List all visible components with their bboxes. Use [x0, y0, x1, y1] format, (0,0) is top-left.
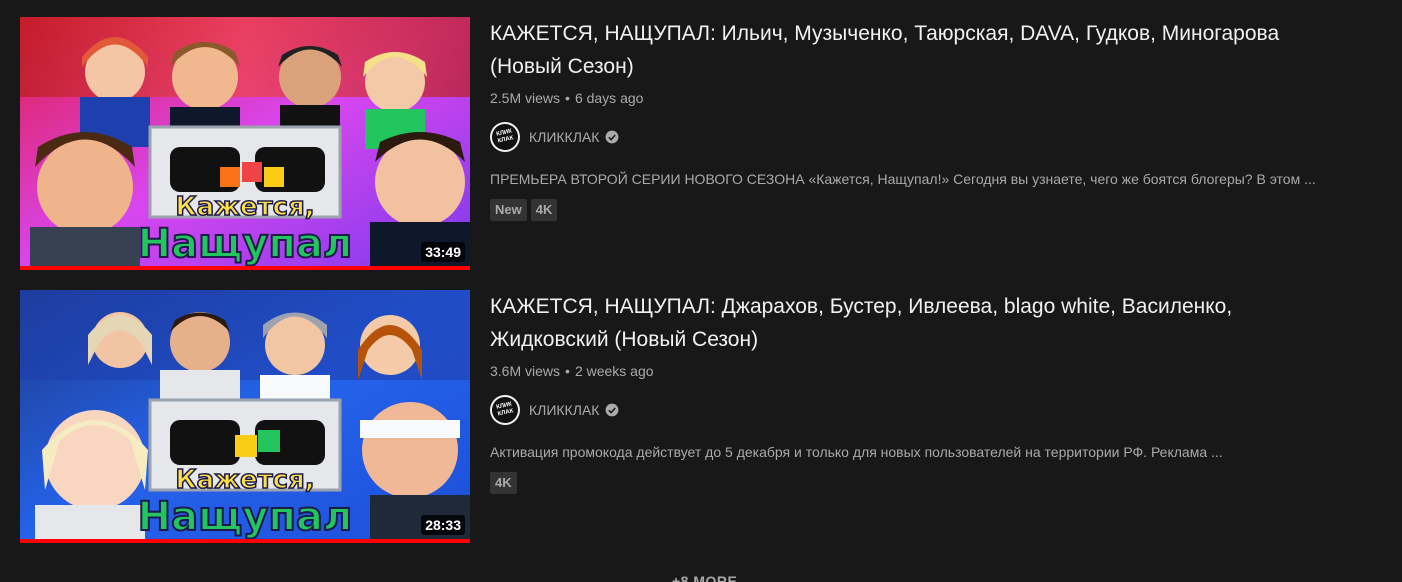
video-result[interactable]: Кажется, Нащупал 33:49 КАЖЕТСЯ, НАЩУПАЛ:…	[20, 17, 1380, 270]
video-info: КАЖЕТСЯ, НАЩУПАЛ: Ильич, Музыченко, Таюр…	[470, 17, 1370, 269]
watch-progress-bar	[20, 539, 470, 543]
view-count: 2.5M views	[490, 90, 561, 106]
video-result[interactable]: Кажется, Нащупал 28:33 КАЖЕТСЯ, НАЩУПАЛ:…	[20, 290, 1380, 543]
watch-progress-bar	[20, 266, 470, 270]
badge-4k: 4K	[490, 472, 517, 494]
thumbnail-logo-line2: Нащупал	[138, 221, 353, 267]
channel-avatar[interactable]: КЛИК КЛАК	[489, 394, 521, 426]
channel-name[interactable]: КЛИККЛАК	[529, 402, 599, 418]
video-description: Активация промокода действует до 5 декаб…	[490, 444, 1223, 460]
thumbnail-logo-line2: Нащупал	[138, 494, 353, 540]
video-info: КАЖЕТСЯ, НАЩУПАЛ: Джарахов, Бустер, Ивле…	[470, 290, 1370, 542]
video-description: ПРЕМЬЕРА ВТОРОЙ СЕРИИ НОВОГО СЕЗОНА «Каж…	[490, 171, 1316, 187]
view-count: 3.6M views	[490, 363, 561, 379]
duration-badge: 33:49	[421, 242, 465, 262]
video-title[interactable]: КАЖЕТСЯ, НАЩУПАЛ: Ильич, Музыченко, Таюр…	[490, 17, 1330, 83]
badge-row: 4K	[490, 472, 1370, 494]
channel-row[interactable]: КЛИК КЛАК КЛИККЛАК	[489, 394, 1370, 426]
separator-dot: •	[565, 90, 570, 106]
separator-dot: •	[565, 363, 570, 379]
thumbnail-logo-line1: Кажется,	[175, 192, 314, 222]
channel-avatar[interactable]: КЛИК КЛАК	[489, 121, 521, 153]
duration-badge: 28:33	[421, 515, 465, 535]
channel-row[interactable]: КЛИК КЛАК КЛИККЛАК	[489, 121, 1370, 153]
thumbnail-logo-line1: Кажется,	[175, 465, 314, 495]
more-button[interactable]: +8 MORE	[672, 573, 737, 582]
verified-check-icon	[605, 130, 619, 144]
badge-4k: 4K	[530, 199, 558, 221]
badge-row: New 4K	[490, 199, 1370, 221]
upload-age: 6 days ago	[574, 90, 644, 106]
video-thumbnail[interactable]: Кажется, Нащупал 28:33	[20, 290, 470, 543]
video-meta: 3.6M views • 2 weeks ago	[490, 362, 1370, 380]
video-meta: 2.5M views • 6 days ago	[490, 89, 1370, 107]
verified-check-icon	[605, 403, 619, 417]
video-thumbnail[interactable]: Кажется, Нащупал 33:49	[20, 17, 470, 270]
thumbnail-image: Кажется, Нащупал	[20, 17, 470, 270]
channel-name[interactable]: КЛИККЛАК	[529, 129, 599, 145]
badge-new: New	[490, 199, 527, 221]
video-title[interactable]: КАЖЕТСЯ, НАЩУПАЛ: Джарахов, Бустер, Ивле…	[490, 290, 1330, 356]
thumbnail-image: Кажется, Нащупал	[20, 290, 470, 543]
search-results: Кажется, Нащупал 33:49 КАЖЕТСЯ, НАЩУПАЛ:…	[0, 0, 1402, 582]
upload-age: 2 weeks ago	[574, 363, 654, 379]
